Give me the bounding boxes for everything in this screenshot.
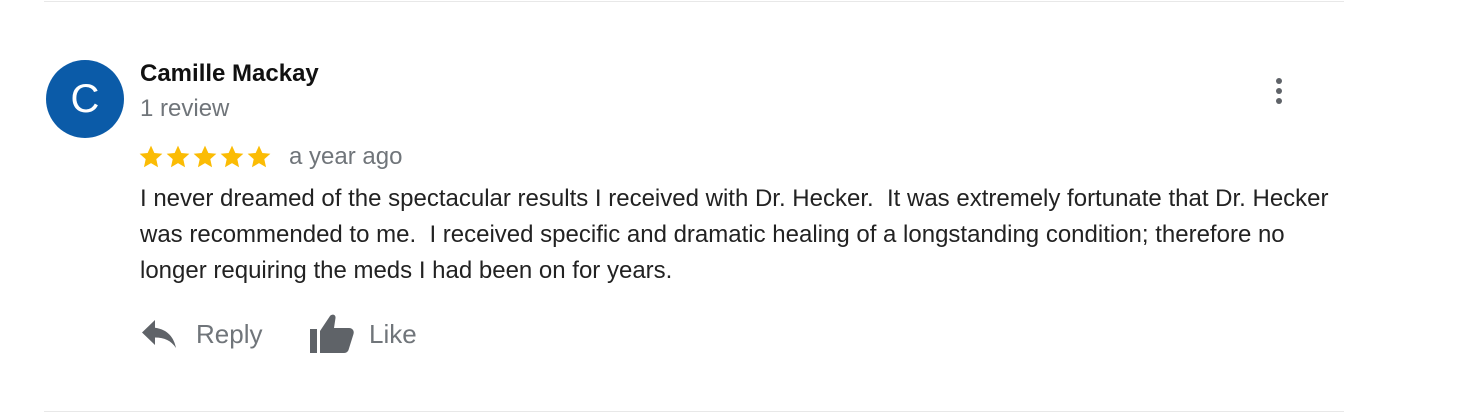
avatar[interactable]: C bbox=[46, 60, 124, 138]
reviewer-name[interactable]: Camille Mackay bbox=[140, 60, 319, 88]
reply-arrow-icon bbox=[142, 320, 176, 348]
star-icon bbox=[247, 145, 271, 168]
star-icon bbox=[220, 145, 244, 168]
avatar-initial: C bbox=[70, 77, 100, 121]
review-count[interactable]: 1 review bbox=[140, 95, 229, 123]
more-vertical-icon bbox=[1276, 78, 1282, 84]
review-text: I never dreamed of the spectacular resul… bbox=[140, 185, 1336, 284]
star-icon bbox=[193, 145, 217, 168]
more-vertical-icon-dot bbox=[1276, 98, 1282, 104]
thumbs-up-icon bbox=[310, 314, 354, 353]
review-date: a year ago bbox=[289, 143, 403, 170]
star-icon bbox=[139, 145, 163, 168]
bottom-divider bbox=[44, 411, 1344, 412]
more-vertical-icon-dot bbox=[1276, 88, 1282, 94]
more-options-button[interactable] bbox=[1264, 73, 1294, 109]
top-divider bbox=[44, 1, 1344, 2]
reply-button[interactable]: Reply bbox=[140, 310, 262, 358]
like-label: Like bbox=[369, 318, 417, 349]
like-button[interactable]: Like bbox=[307, 310, 417, 358]
star-icon bbox=[166, 145, 190, 168]
reply-label: Reply bbox=[196, 318, 263, 349]
review-card: C Camille Mackay 1 review a year ago I n… bbox=[0, 0, 1460, 413]
rating-row: a year ago bbox=[138, 142, 402, 172]
star-rating bbox=[138, 144, 272, 170]
